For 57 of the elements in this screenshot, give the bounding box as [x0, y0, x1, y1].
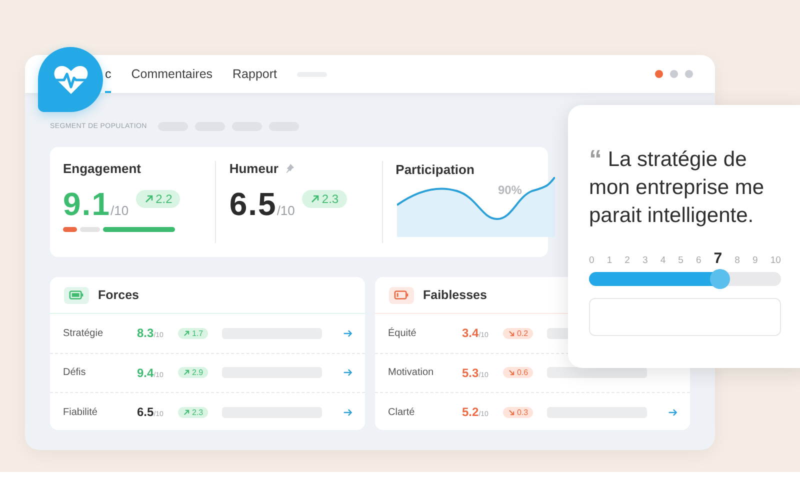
window-control-dot[interactable] — [655, 70, 663, 78]
window-control-dot[interactable] — [670, 70, 678, 78]
scale-number[interactable]: 10 — [770, 255, 781, 266]
delta-badge: 2.3 — [302, 190, 347, 208]
arrow-icon[interactable] — [343, 328, 353, 338]
arrow-icon[interactable] — [343, 368, 353, 378]
delta-badge: 0.3 — [503, 406, 534, 418]
scale-number[interactable]: 8 — [734, 255, 740, 266]
metric-score: 3.4 — [462, 326, 479, 340]
delta-badge: 0.2 — [503, 328, 534, 339]
metric-score: 5.2 — [462, 405, 479, 420]
metric-label: Motivation — [388, 367, 435, 378]
delta-badge: 1.7 — [178, 328, 208, 339]
pin-icon[interactable] — [284, 163, 296, 174]
metric-label: Stratégie — [63, 328, 104, 339]
kpi-scale: /10 — [110, 203, 129, 218]
scale-number[interactable]: 7 — [714, 250, 722, 267]
metric-score: 9.4 — [137, 366, 154, 380]
kpi-score: 6.5 — [229, 186, 277, 223]
rating-slider[interactable] — [589, 272, 781, 286]
scale-number[interactable]: 3 — [642, 255, 648, 266]
kpi-title: Participation — [396, 162, 474, 177]
metric-label: Défis — [63, 367, 87, 378]
delta-badge: 0.6 — [503, 367, 534, 378]
scale-number[interactable]: 6 — [696, 255, 702, 266]
metric-score: 5.3 — [462, 366, 479, 380]
panel-title: Forces — [98, 288, 139, 302]
panel-title: Faiblesses — [423, 288, 487, 302]
slider-thumb[interactable] — [710, 269, 730, 289]
kpi-score: 9.1 — [63, 186, 110, 223]
delta-badge: 2.2 — [136, 190, 180, 208]
metric-label: Équité — [388, 328, 418, 339]
arrow-icon[interactable] — [668, 408, 678, 417]
window-control-dot[interactable] — [685, 70, 693, 78]
metric-label: Clarté — [388, 406, 416, 418]
kpi-title: Humeur — [229, 161, 278, 176]
scale-number[interactable]: 0 — [589, 255, 594, 266]
metric-label: Fiabilité — [63, 406, 98, 418]
participation-reading: 90% — [498, 183, 522, 197]
delta-badge: 2.9 — [178, 367, 208, 378]
scale-number[interactable]: 5 — [678, 255, 684, 266]
arrow-icon[interactable] — [343, 408, 353, 417]
tab[interactable]: Commentaires — [131, 55, 213, 93]
metric-score: 6.5 — [137, 405, 154, 420]
scale-number[interactable]: 4 — [660, 255, 666, 266]
kpi-scale: /10 — [276, 203, 295, 218]
metric-score: 8.3 — [137, 326, 154, 340]
scale-number[interactable]: 2 — [624, 255, 630, 266]
scale-number[interactable]: 9 — [752, 255, 758, 266]
kpi-title: Engagement — [63, 161, 142, 176]
tab[interactable]: c — [105, 55, 112, 93]
delta-badge: 2.3 — [178, 406, 208, 418]
battery-icon — [389, 286, 414, 304]
tab[interactable]: Rapport — [232, 55, 278, 93]
scale-number[interactable]: 1 — [606, 255, 612, 266]
battery-icon — [64, 286, 89, 304]
answer-field[interactable] — [589, 298, 781, 336]
